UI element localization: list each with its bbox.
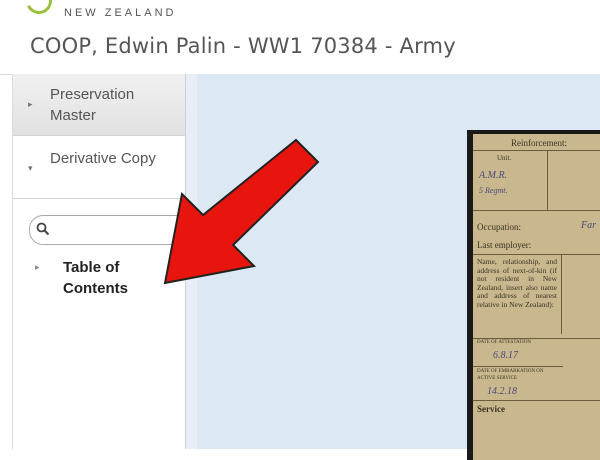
sidebar: ▸ Preservation Master ▾ Derivative Copy … <box>12 74 191 449</box>
handwritten-unit: A.M.R. <box>479 170 508 181</box>
attestation-label: DATE OF ATTESTATION <box>477 340 532 345</box>
accordion-preservation-master[interactable]: ▸ Preservation Master <box>13 74 185 136</box>
unit-label: Unit. <box>497 154 512 162</box>
divider <box>473 338 600 339</box>
divider <box>473 210 600 211</box>
chevron-down-icon: ▾ <box>28 163 33 173</box>
handwritten-date-1: 6.8.17 <box>493 350 518 361</box>
next-of-kin-label: Name, relationship, and address of next-… <box>477 257 557 309</box>
document-viewer[interactable]: Reinforcement: Unit. A.M.R. 5 Regmt. Occ… <box>197 74 600 460</box>
divider <box>473 254 600 255</box>
document-image: Reinforcement: Unit. A.M.R. 5 Regmt. Occ… <box>467 130 600 460</box>
chevron-right-icon: ▸ <box>28 99 33 109</box>
toc-item-table-of-contents[interactable]: Table of Contents <box>63 257 173 299</box>
reinforcement-label: Reinforcement: <box>511 138 567 148</box>
divider <box>561 254 562 334</box>
service-record-card: Reinforcement: Unit. A.M.R. 5 Regmt. Occ… <box>473 134 600 460</box>
last-employer-label: Last employer: <box>477 240 532 250</box>
embarkation-label: DATE OF EMBARKATION ON ACTIVE SERVICE <box>477 369 544 381</box>
search-input[interactable] <box>29 215 191 245</box>
toc-pane: ▸ Table of Contents <box>13 199 191 449</box>
handwritten-unit-2: 5 Regmt. <box>479 186 508 195</box>
occupation-label: Occupation: <box>477 222 521 232</box>
search-icon <box>36 222 50 236</box>
handwritten-date-2: 14.2.18 <box>487 386 517 397</box>
logo-icon <box>22 0 56 18</box>
handwritten-occupation: Far <box>581 220 596 231</box>
preservation-master-label: Preservation Master <box>50 86 135 124</box>
page-title: COOP, Edwin Palin - WW1 70384 - Army <box>30 34 456 58</box>
brand-text: NEW ZEALAND <box>64 7 177 19</box>
divider <box>473 366 563 367</box>
divider <box>473 150 600 151</box>
divider <box>547 150 548 210</box>
chevron-right-icon[interactable]: ▸ <box>35 263 40 273</box>
service-label: Service <box>477 404 505 414</box>
header-bar: NEW ZEALAND COOP, Edwin Palin - WW1 7038… <box>0 0 600 75</box>
accordion-derivative-copy[interactable]: ▾ Derivative Copy <box>13 136 185 199</box>
derivative-copy-label: Derivative Copy <box>50 150 156 167</box>
divider <box>473 400 600 401</box>
